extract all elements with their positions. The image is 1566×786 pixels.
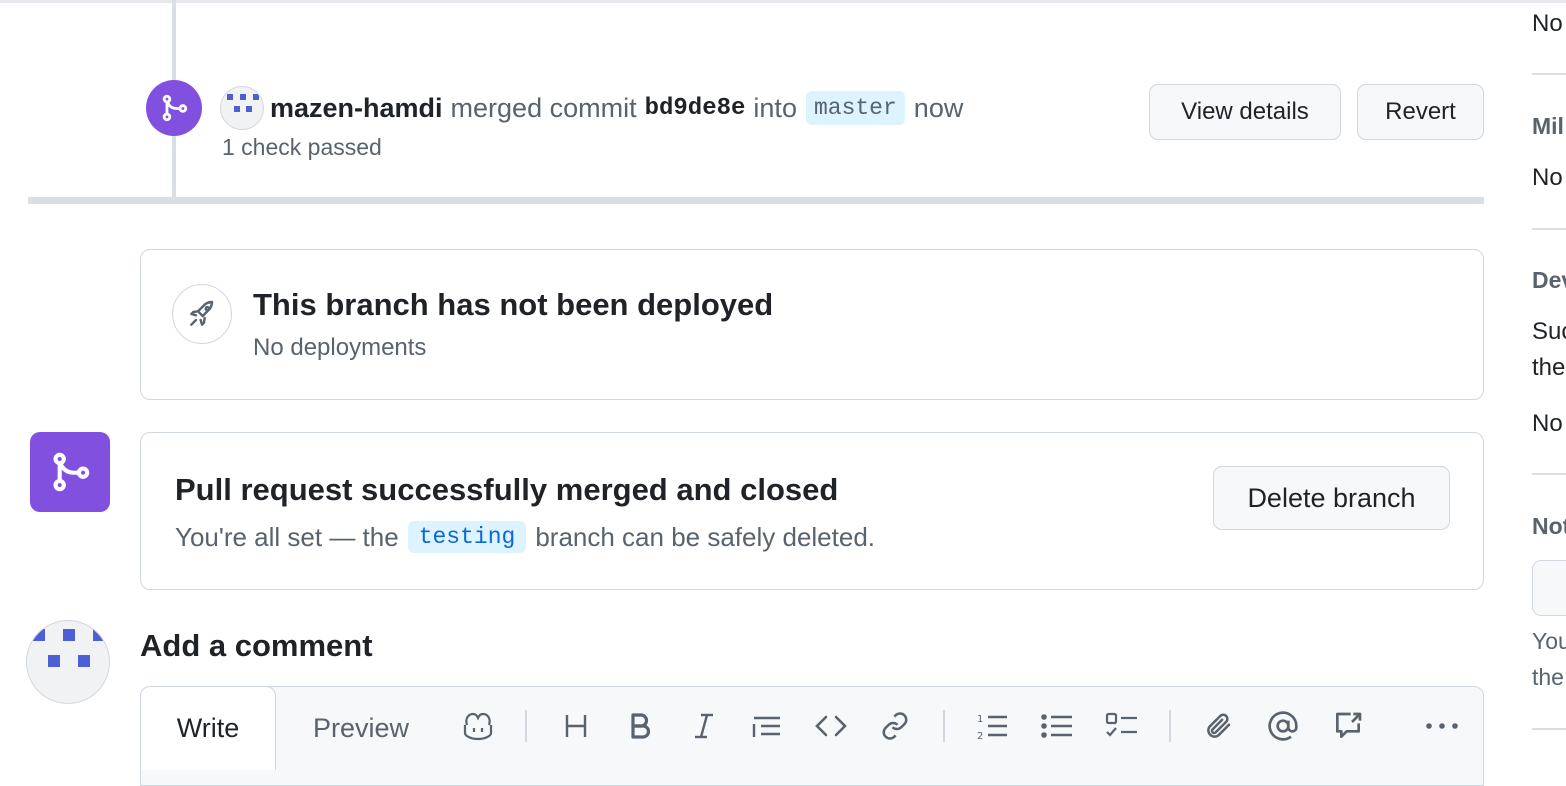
sidebar-divider: [1532, 73, 1566, 75]
target-branch-chip[interactable]: master: [805, 91, 905, 125]
sidebar-divider: [1532, 473, 1566, 475]
merge-event-line: mazen-hamdi merged commit bd9de8e into m…: [270, 86, 963, 130]
mention-icon[interactable]: [1263, 704, 1303, 748]
sidebar-text: No: [1532, 164, 1563, 191]
bold-icon[interactable]: [620, 704, 660, 748]
link-icon[interactable]: [875, 704, 915, 748]
svg-text:2: 2: [977, 731, 983, 741]
notifications-subscribe-button[interactable]: [1532, 560, 1566, 616]
sidebar-text: No: [1532, 410, 1563, 437]
svg-text:1: 1: [977, 714, 983, 725]
sidebar-text: No: [1532, 10, 1563, 37]
revert-button[interactable]: Revert: [1357, 84, 1484, 140]
heading-icon[interactable]: [556, 704, 596, 748]
sidebar-divider: [1532, 228, 1566, 230]
event-username[interactable]: mazen-hamdi: [270, 93, 443, 124]
user-avatar-small[interactable]: [220, 86, 264, 130]
copilot-icon[interactable]: [458, 704, 498, 748]
identicon-icon: [227, 94, 259, 112]
commit-sha-link[interactable]: bd9de8e: [645, 95, 746, 122]
source-branch-chip[interactable]: testing: [407, 521, 527, 553]
merge-event-badge: [146, 80, 202, 136]
view-details-button[interactable]: View details: [1149, 84, 1341, 140]
more-icon[interactable]: [1422, 704, 1462, 748]
sidebar-heading-milestone[interactable]: Mil: [1532, 113, 1564, 140]
sidebar-text: the: [1532, 354, 1566, 381]
sidebar-text: Suc: [1532, 318, 1566, 345]
timeline-separator: [28, 197, 1484, 204]
tab-write[interactable]: Write: [140, 686, 276, 770]
toolbar-divider: [1169, 710, 1171, 742]
delete-branch-button[interactable]: Delete branch: [1213, 466, 1450, 530]
deploy-title: This branch has not been deployed: [253, 287, 774, 322]
git-merge-icon: [162, 94, 188, 122]
sidebar-text: the: [1532, 664, 1564, 690]
italic-icon[interactable]: [684, 704, 724, 748]
merged-sub-prefix: You're all set — the: [175, 521, 399, 552]
sidebar-divider: [1532, 728, 1566, 730]
git-merge-icon: [53, 452, 90, 492]
rocket-icon: [190, 300, 214, 326]
top-edge: [0, 0, 1566, 3]
attach-icon[interactable]: [1199, 704, 1239, 748]
user-avatar-large[interactable]: [26, 620, 110, 704]
toolbar-divider: [943, 710, 945, 742]
merged-title: Pull request successfully merged and clo…: [175, 472, 839, 507]
bullet-list-icon[interactable]: [1037, 704, 1077, 748]
toolbar-divider: [525, 710, 527, 742]
add-comment-heading: Add a comment: [140, 628, 373, 663]
numbered-list-icon[interactable]: 12: [972, 704, 1012, 748]
code-icon[interactable]: [811, 704, 851, 748]
event-into: into: [753, 92, 797, 123]
merged-status-badge: [30, 432, 110, 512]
sidebar-heading-development[interactable]: Dev: [1532, 267, 1566, 294]
merged-sub-suffix: branch can be safely deleted.: [535, 521, 876, 552]
reference-icon[interactable]: [1328, 704, 1368, 748]
rocket-icon-circle: [172, 284, 232, 344]
identicon-icon: [33, 629, 105, 667]
tab-preview[interactable]: Preview: [276, 700, 446, 756]
sidebar-heading-notifications: Not: [1532, 513, 1566, 539]
quote-icon[interactable]: [747, 704, 787, 748]
sidebar-text: You: [1532, 628, 1566, 654]
checks-passed-link[interactable]: 1 check passed: [222, 134, 382, 161]
deploy-subtitle: No deployments: [253, 334, 427, 361]
task-list-icon[interactable]: [1102, 704, 1142, 748]
event-time[interactable]: now: [914, 93, 964, 124]
merged-subtitle: You're all set — the testing branch can …: [175, 517, 875, 557]
deployment-status-box: [140, 249, 1484, 400]
event-action: merged commit: [450, 92, 637, 123]
